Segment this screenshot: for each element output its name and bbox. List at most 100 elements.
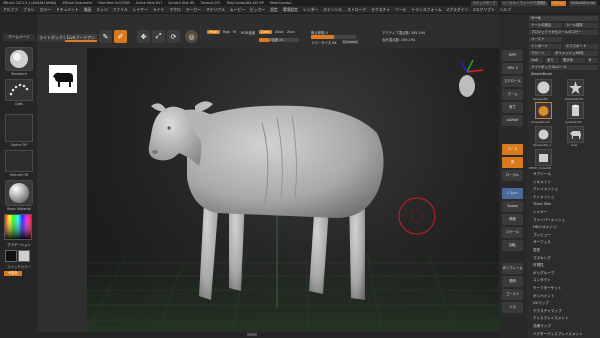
subpalette-item[interactable]: 法線マップ (533, 324, 551, 329)
tool-sphere3d-1[interactable] (535, 126, 552, 143)
homepage-button[interactable]: ホームページ (3, 34, 35, 41)
menu-item[interactable]: 環境設定 (283, 7, 298, 13)
switch-color-button[interactable]: スイッチカラー (3, 264, 35, 269)
subpalette-item[interactable]: レイヤー (533, 210, 547, 215)
rotate-view-button[interactable]: 回転 (502, 240, 523, 251)
subpalette-item[interactable]: マスキング (533, 256, 551, 261)
texture-preview[interactable] (49, 65, 77, 93)
mrgb-toggle[interactable]: Mrgb (207, 30, 220, 34)
bpr-button[interactable]: BPR (502, 50, 523, 61)
secondary-color-swatch[interactable] (18, 250, 30, 262)
dynamic-toggle[interactable]: Dynamic (342, 40, 359, 44)
zadd-toggle[interactable]: Zadd (259, 30, 272, 34)
persp-button[interactable]: パース (502, 144, 523, 155)
alternate-color-button[interactable]: 代替色 (4, 271, 22, 276)
ghost-button[interactable]: ゴースト (502, 289, 523, 300)
m-toggle[interactable]: M (233, 30, 236, 34)
subpalette-item[interactable]: コンタクト (533, 278, 551, 283)
tool-simplebrush[interactable] (535, 102, 552, 119)
paste-button[interactable]: ペースト (529, 37, 562, 42)
menu-item[interactable]: ツール (395, 7, 406, 13)
alpha-thumbnail[interactable] (5, 114, 33, 142)
export-button[interactable]: エクスポート (564, 44, 598, 49)
menu-item[interactable]: エッジ (96, 7, 107, 13)
subpalette-item[interactable]: Thick Skin (533, 202, 551, 206)
lightbox-tools-button[interactable]: ライトボックス▸ツール (529, 65, 598, 70)
subpalette-item[interactable]: 変形 (533, 248, 540, 253)
navigation-head-gizmo[interactable] (459, 59, 484, 97)
menu-item[interactable]: テクスチャ (371, 7, 390, 13)
subpalette-item[interactable]: テクスチャマップ (533, 309, 562, 314)
subpalette-item[interactable]: ナノメッシュ (533, 195, 554, 200)
load-tool-button[interactable]: ツールの読込 (529, 23, 562, 28)
texture-thumbnail[interactable] (5, 150, 33, 172)
transp-button[interactable]: 透明 (502, 276, 523, 287)
subpalette-item[interactable]: ポリグループ (533, 271, 554, 276)
menu-item[interactable]: マテリアル (206, 7, 225, 13)
color-picker[interactable] (4, 214, 32, 240)
menu-item[interactable]: Zプラグイン (447, 7, 469, 13)
menu-item[interactable]: アルファ (3, 7, 18, 13)
floor-button[interactable]: 床 (502, 157, 523, 168)
tab-live-boolean[interactable]: Liveブーリアン (65, 34, 98, 42)
menu-item[interactable]: 描画 (84, 7, 92, 13)
actual-size-button[interactable]: 実寸 (502, 102, 523, 113)
tool-polymesh3d[interactable] (567, 79, 584, 96)
scale-button[interactable]: ⤢ (152, 30, 165, 43)
visible-button[interactable]: 表示中 (561, 58, 585, 63)
material-thumbnail[interactable] (5, 180, 33, 206)
rotate-button[interactable]: ⟳ (167, 30, 180, 43)
transparency-button[interactable]: シースルー ウィンドウ透明化 (500, 0, 549, 6)
solo-button[interactable]: ソロ (502, 302, 523, 313)
menu-item[interactable]: カラー (39, 7, 50, 13)
subpalette-item[interactable]: サーフェス (533, 240, 551, 245)
scroll-button[interactable]: スクロール (502, 76, 523, 87)
brush-thumbnail[interactable] (5, 47, 33, 71)
default-zscript[interactable]: DefaultZScript (569, 0, 597, 6)
gizmo-button[interactable]: ◎ (185, 30, 198, 43)
draw-button[interactable]: ✐ (114, 30, 127, 43)
focal-shift-slider[interactable] (311, 35, 356, 39)
subpalette-item[interactable]: アレイメッシュ (533, 187, 558, 192)
move-button[interactable]: ✥ (137, 30, 150, 43)
spix-button[interactable]: SPix 3 (502, 63, 523, 74)
move-view-button[interactable]: 移動 (502, 214, 523, 225)
subpalette-item[interactable]: ジオメトリ (533, 180, 551, 185)
menu-item[interactable]: ステンシル (323, 7, 342, 13)
clone-button[interactable]: クローン (529, 51, 551, 56)
xpose-button[interactable]: Xpose (502, 201, 523, 212)
menu-item[interactable]: ブラシ (23, 7, 34, 13)
r-button[interactable]: R (587, 58, 598, 63)
save-tool-button[interactable]: ツール保存 (564, 23, 598, 28)
polyframe-button[interactable]: ポリフレーム (502, 263, 523, 274)
subpalette-item[interactable]: ベクターディスプレイスメント (533, 332, 583, 337)
tool-pm3d-cube[interactable] (535, 149, 552, 166)
menu-item[interactable]: レイヤー (133, 7, 148, 13)
main-color-swatch[interactable] (5, 250, 17, 262)
edit-button[interactable]: ✎ (99, 30, 112, 43)
menu-item[interactable]: ファイル (113, 7, 128, 13)
menu-item[interactable]: ピッカー (250, 7, 265, 13)
tray-toggle-handle[interactable] (247, 333, 257, 336)
menu-item[interactable]: 設定 (270, 7, 278, 13)
zoom-button[interactable]: ズーム (502, 89, 523, 100)
tool-cylinder3d[interactable] (567, 102, 584, 119)
menu-item[interactable]: ドキュメント (56, 7, 79, 13)
menus-button[interactable]: Menus (551, 0, 567, 6)
tool-palette-header[interactable]: ツール (529, 16, 598, 21)
import-button[interactable]: インポート (529, 44, 562, 49)
goz-button[interactable]: GoZ (529, 58, 543, 63)
copy-tool-button[interactable]: プロジェクトからツールのコピー (529, 30, 598, 35)
subpalette-item[interactable]: プレビュー (533, 233, 551, 238)
subpalette-item[interactable]: モーフターゲット (533, 286, 562, 291)
menu-item[interactable]: ムービー (230, 7, 245, 13)
tool-sphere3d[interactable] (535, 79, 552, 96)
document-canvas[interactable] (87, 48, 499, 332)
subpalette-item[interactable]: 可視性 (533, 263, 544, 268)
subpalette-item[interactable]: ポリペイント (533, 294, 555, 299)
local-button[interactable]: ローカル (502, 170, 523, 181)
make-polymesh-button[interactable]: ポリメッシュ3D化 (553, 51, 598, 56)
subpalette-item[interactable]: HDジオメトリ (533, 225, 556, 230)
menu-item[interactable]: ストローク (347, 7, 366, 13)
quicksave-button[interactable]: クイックセーブ (470, 0, 498, 6)
